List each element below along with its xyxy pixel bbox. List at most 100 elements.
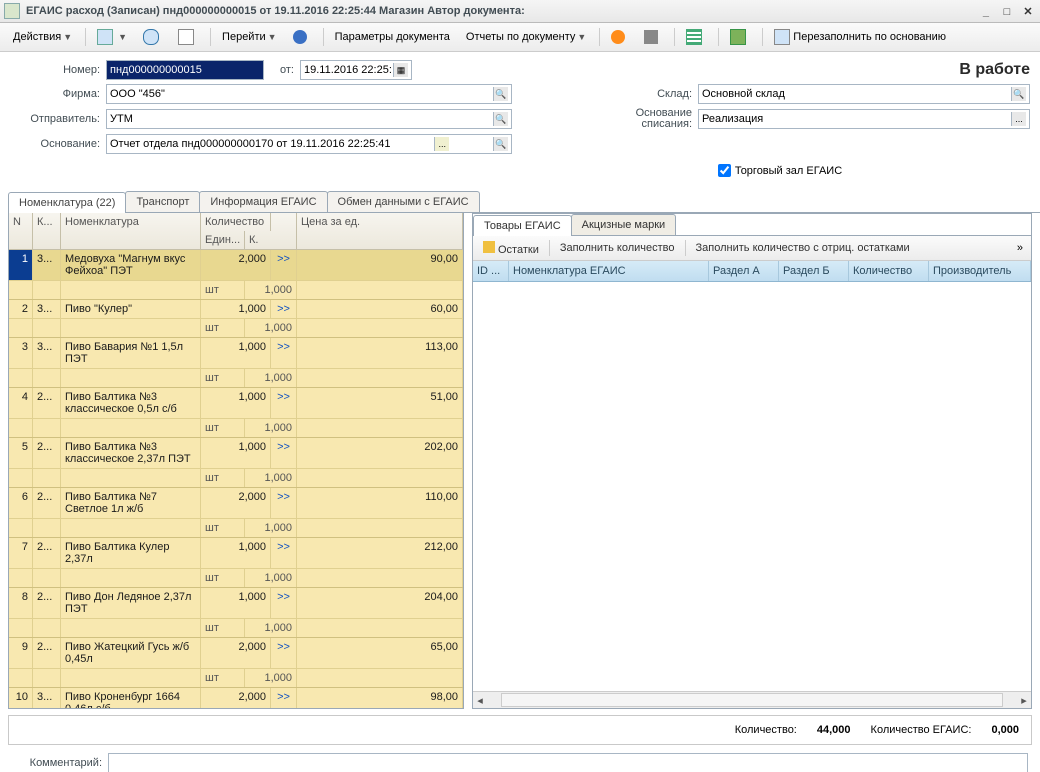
post-button[interactable]: ▼	[90, 26, 134, 48]
qty-label: Количество:	[735, 724, 797, 736]
scroll-left-icon[interactable]: ◂	[473, 694, 487, 707]
lookup-icon[interactable]: 🔍	[493, 87, 508, 101]
lookup-icon[interactable]: 🔍	[493, 137, 508, 151]
close-icon[interactable]: ✕	[1020, 5, 1036, 18]
refill-button[interactable]: Перезаполнить по основанию	[767, 26, 953, 48]
sender-field[interactable]: УТМ🔍	[106, 109, 512, 129]
number-field[interactable]: пнд000000000015	[106, 60, 264, 80]
post-icon	[97, 29, 113, 45]
calendar-picker-icon[interactable]: ▦	[393, 63, 408, 77]
rcol-prod[interactable]: Производитель	[929, 261, 1031, 281]
fill-qty-button[interactable]: Заполнить количество	[554, 240, 681, 256]
status-text: В работе	[959, 61, 1030, 79]
grid-body[interactable]: 13...Медовуха "Магнум вкус Фейхоа" ПЭТ2,…	[9, 250, 463, 708]
firm-field[interactable]: ООО "456"🔍	[106, 84, 512, 104]
qty-value: 44,000	[817, 724, 851, 736]
col-k[interactable]: К...	[33, 213, 61, 231]
main-tabs: Номенклатура (22) Транспорт Информация Е…	[8, 191, 1040, 213]
col-unit[interactable]: Един...	[201, 231, 245, 249]
excel-icon	[730, 29, 746, 45]
fill-neg-button[interactable]: Заполнить количество с отриц. остатками	[690, 240, 916, 256]
clip-button[interactable]	[637, 27, 668, 47]
remains-icon	[483, 241, 495, 253]
refresh-button[interactable]	[136, 26, 169, 48]
actions-menu[interactable]: Действия▼	[6, 28, 79, 46]
table-subrow: шт1,000	[9, 281, 463, 300]
more-icon[interactable]: ...	[434, 137, 449, 151]
excel-button[interactable]	[723, 26, 756, 48]
table-row[interactable]: 13...Медовуха "Магнум вкус Фейхоа" ПЭТ2,…	[9, 250, 463, 281]
remains-button[interactable]: Остатки	[477, 239, 545, 258]
tab-egais-goods[interactable]: Товары ЕГАИС	[473, 215, 572, 236]
main-toolbar: Действия▼ ▼ Перейти▼ Параметры документа…	[0, 23, 1040, 52]
maximize-icon[interactable]: □	[999, 6, 1015, 18]
col-qty[interactable]: Количество	[201, 213, 271, 231]
table-row[interactable]: 33...Пиво Бавария №1 1,5л ПЭТ1,000>>113,…	[9, 338, 463, 369]
table-subrow: шт1,000	[9, 619, 463, 638]
right-grid-header: ID ... Номенклатура ЕГАИС Раздел А Разде…	[473, 261, 1031, 282]
lookup-icon[interactable]: 🔍	[493, 112, 508, 126]
table-row[interactable]: 42...Пиво Балтика №3 классическое 0,5л с…	[9, 388, 463, 419]
comment-label: Комментарий:	[12, 757, 108, 769]
scroll-right-icon[interactable]: ▸	[1017, 694, 1031, 707]
col-n[interactable]: N	[9, 213, 33, 231]
document-form: Номер: пнд000000000015 от: 19.11.2016 22…	[0, 52, 1040, 185]
table-subrow: шт1,000	[9, 469, 463, 488]
warehouse-field[interactable]: Основной склад🔍	[698, 84, 1030, 104]
tab-excise[interactable]: Акцизные марки	[571, 214, 677, 235]
eqty-value: 0,000	[991, 724, 1019, 736]
rcol-rb[interactable]: Раздел Б	[779, 261, 849, 281]
sender-label: Отправитель:	[10, 113, 106, 125]
lookup-icon[interactable]: 🔍	[1011, 87, 1026, 101]
rcol-id[interactable]: ID ...	[473, 261, 509, 281]
rcol-ra[interactable]: Раздел А	[709, 261, 779, 281]
grid-header: N К... Номенклатура Количество Цена за е…	[9, 213, 463, 250]
help-button[interactable]	[286, 27, 317, 47]
totals-bar: Количество: 44,000 Количество ЕГАИС: 0,0…	[8, 715, 1032, 745]
table-row[interactable]: 103...Пиво Кроненбург 1664 0,46л с/б2,00…	[9, 688, 463, 708]
tab-info[interactable]: Информация ЕГАИС	[199, 191, 327, 212]
table-row[interactable]: 92...Пиво Жатецкий Гусь ж/б 0,45л2,000>>…	[9, 638, 463, 669]
tab-transport[interactable]: Транспорт	[125, 191, 200, 212]
tab-nomenclature[interactable]: Номенклатура (22)	[8, 192, 126, 213]
table-row[interactable]: 82...Пиво Дон Ледяное 2,37л ПЭТ1,000>>20…	[9, 588, 463, 619]
more-icon[interactable]: ...	[1011, 112, 1026, 126]
table-row[interactable]: 72...Пиво Балтика Кулер 2,37л1,000>>212,…	[9, 538, 463, 569]
clip-icon	[644, 30, 658, 44]
table-subrow: шт1,000	[9, 419, 463, 438]
basis-label: Основание:	[10, 138, 106, 150]
left-grid: N К... Номенклатура Количество Цена за е…	[8, 213, 464, 709]
comment-field[interactable]	[108, 753, 1028, 772]
table-row[interactable]: 23...Пиво "Кулер"1,000>>60,00	[9, 300, 463, 319]
col-k2[interactable]: К.	[245, 231, 297, 249]
hall-checkbox[interactable]: Торговый зал ЕГАИС	[718, 164, 842, 177]
more-icon[interactable]: »	[1013, 242, 1027, 254]
date-field[interactable]: 19.11.2016 22:25:▦	[300, 60, 412, 80]
table-row[interactable]: 62...Пиво Балтика №7 Светлое 1л ж/б2,000…	[9, 488, 463, 519]
basis-field[interactable]: Отчет отдела пнд000000000170 от 19.11.20…	[106, 134, 512, 154]
app-icon	[4, 3, 20, 19]
right-hscroll[interactable]: ◂ ▸	[473, 691, 1031, 708]
goto-menu[interactable]: Перейти▼	[215, 28, 284, 46]
writeoff-label: Основаниесписания:	[614, 108, 698, 130]
refill-icon	[774, 29, 790, 45]
right-toolbar: Остатки Заполнить количество Заполнить к…	[473, 236, 1031, 261]
lines-button[interactable]	[679, 26, 712, 48]
reports-menu[interactable]: Отчеты по документу▼	[459, 28, 593, 46]
params-button[interactable]: Параметры документа	[328, 28, 457, 46]
calendar-button[interactable]	[171, 26, 204, 48]
refresh-icon	[143, 29, 159, 45]
table-row[interactable]: 52...Пиво Балтика №3 классическое 2,37л …	[9, 438, 463, 469]
globe-button[interactable]	[604, 27, 635, 47]
col-price[interactable]: Цена за ед.	[297, 213, 463, 231]
warehouse-label: Склад:	[632, 88, 698, 100]
right-grid-body[interactable]	[473, 282, 1031, 691]
minimize-icon[interactable]: _	[978, 6, 994, 18]
table-subrow: шт1,000	[9, 569, 463, 588]
col-arrow[interactable]	[271, 213, 297, 231]
col-nom[interactable]: Номенклатура	[61, 213, 201, 231]
tab-exchange[interactable]: Обмен данными с ЕГАИС	[327, 191, 480, 212]
rcol-nom[interactable]: Номенклатура ЕГАИС	[509, 261, 709, 281]
writeoff-field[interactable]: Реализация...	[698, 109, 1030, 129]
rcol-qty[interactable]: Количество	[849, 261, 929, 281]
